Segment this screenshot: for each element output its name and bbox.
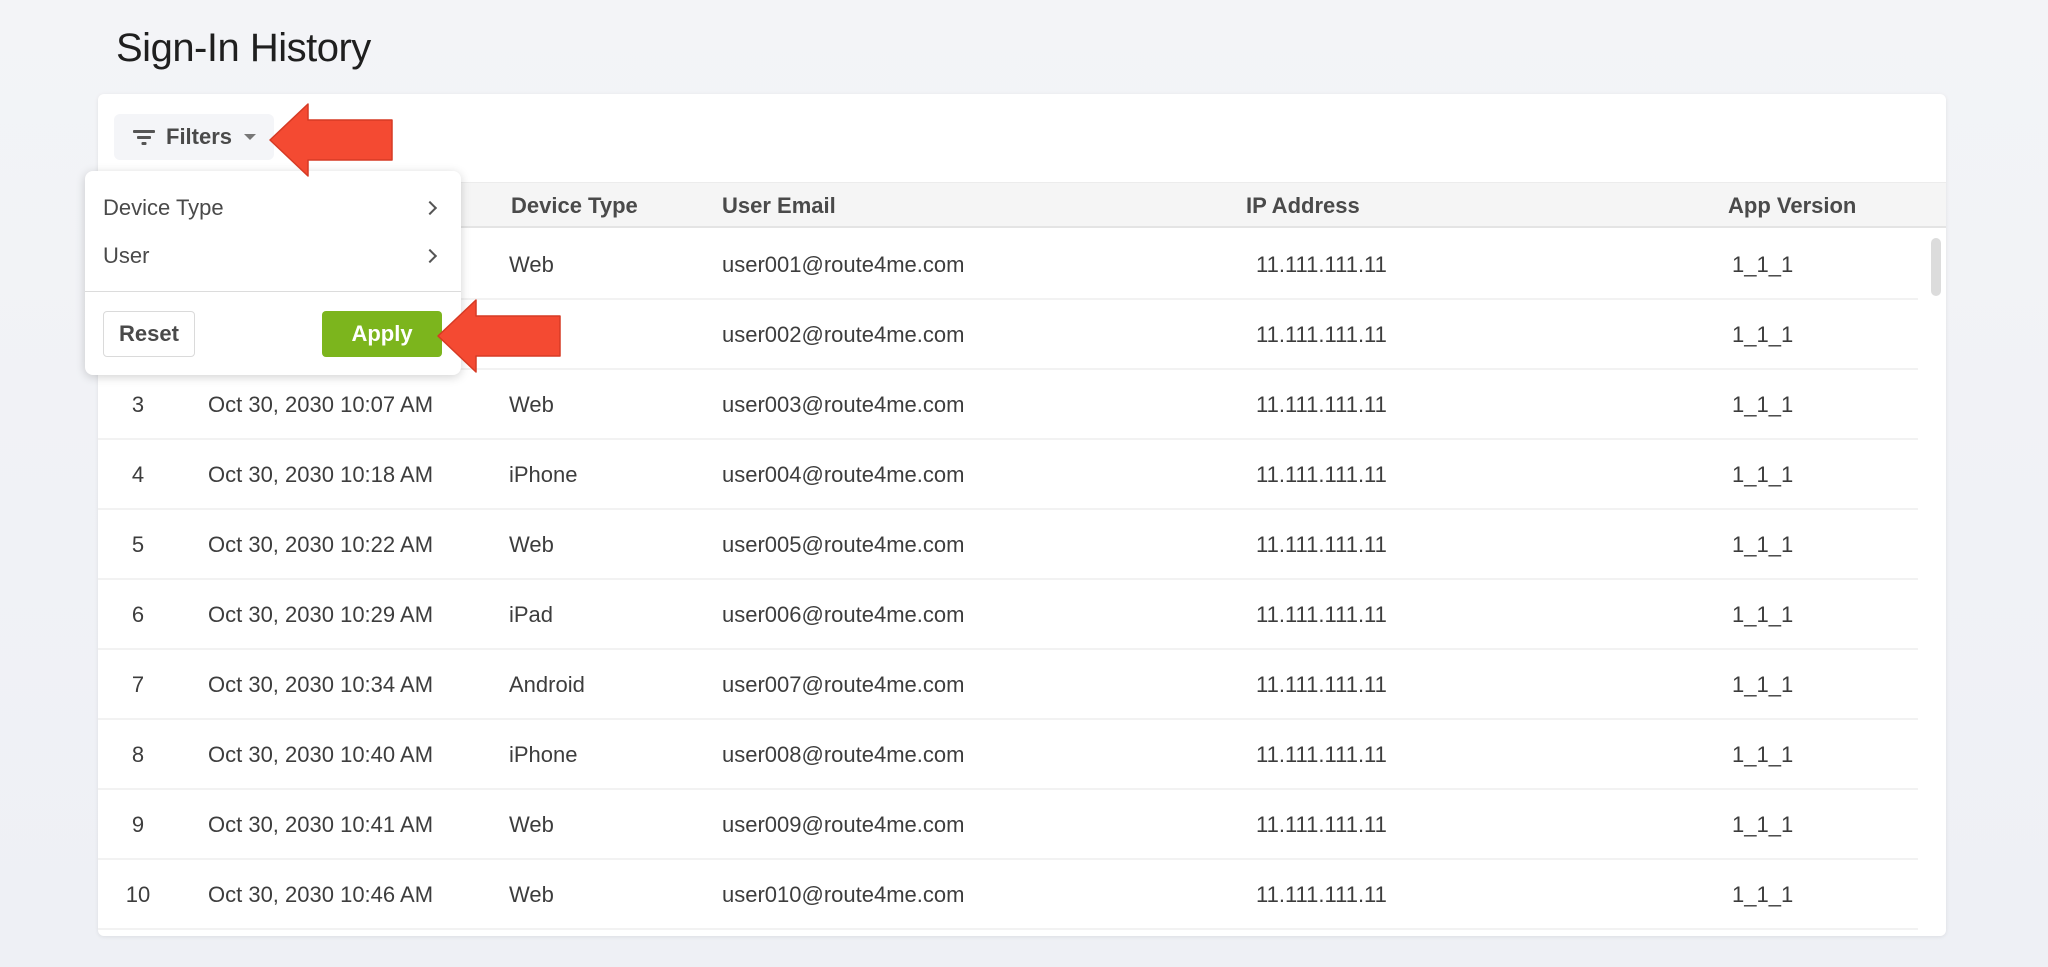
cell-date: Oct 30, 2030 10:46 AM (208, 882, 434, 907)
filter-menu-item-device-type[interactable]: Device Type (85, 185, 461, 231)
cell-device-type: iPad (509, 602, 554, 627)
cell-user-email: user005@route4me.com (722, 532, 965, 557)
cell-ip-address: 11.111.111.11 (1256, 602, 1387, 627)
cell-device-type: Web (509, 812, 554, 837)
cell-ip-address: 11.111.111.11 (1256, 252, 1387, 277)
cell-app-version: 1_1_1 (1732, 392, 1794, 417)
chevron-right-icon (422, 200, 438, 216)
column-header-app-version[interactable]: App Version (1728, 183, 1856, 229)
cell-device-type: Web (509, 252, 554, 277)
cell-date: Oct 30, 2030 10:18 AM (208, 462, 434, 487)
cell-date: Oct 30, 2030 10:41 AM (208, 812, 434, 837)
cell-ip-address: 11.111.111.11 (1256, 882, 1387, 907)
annotation-arrow-apply (437, 299, 561, 373)
cell-device-type: iPhone (509, 462, 578, 487)
cell-ip-address: 11.111.111.11 (1256, 532, 1387, 557)
cell-user-email: user008@route4me.com (722, 742, 965, 767)
row-number: 8 (131, 742, 145, 767)
table-row[interactable]: 7 Oct 30, 2030 10:34 AM Android user007@rou… (98, 650, 1918, 720)
row-number: 4 (131, 462, 145, 487)
cell-device-type: Web (509, 532, 554, 557)
vertical-scrollbar[interactable] (1930, 232, 1942, 932)
row-number: 10 (125, 882, 151, 907)
row-number: 6 (131, 602, 145, 627)
apply-button[interactable]: Apply (322, 311, 442, 357)
filter-menu-item-user[interactable]: User (85, 233, 461, 279)
annotation-arrow-filters (269, 103, 393, 177)
table-row[interactable]: 6 Oct 30, 2030 10:29 AM iPad user006@route4… (98, 580, 1918, 650)
column-header-user-email[interactable]: User Email (722, 183, 836, 229)
cell-app-version: 1_1_1 (1732, 812, 1794, 837)
cell-date: Oct 30, 2030 10:40 AM (208, 742, 434, 767)
cell-ip-address: 11.111.111.11 (1256, 322, 1387, 347)
row-number: 5 (131, 532, 145, 557)
table-row[interactable]: 3 Oct 30, 2030 10:07 AM Web user003@route4m… (98, 370, 1918, 440)
cell-date: Oct 30, 2030 10:34 AM (208, 672, 434, 697)
reset-button[interactable]: Reset (103, 311, 195, 357)
cell-user-email: user009@route4me.com (722, 812, 965, 837)
arrow-left-icon (269, 103, 393, 177)
cell-user-email: user001@route4me.com (722, 252, 965, 277)
table-row[interactable]: 5 Oct 30, 2030 10:22 AM Web user005@route4m… (98, 510, 1918, 580)
caret-down-icon (244, 134, 257, 140)
page-title: Sign-In History (116, 26, 371, 70)
cell-user-email: user003@route4me.com (722, 392, 965, 417)
cell-date: Oct 30, 2030 10:29 AM (208, 602, 434, 627)
cell-date: Oct 30, 2030 10:07 AM (208, 392, 434, 417)
cell-user-email: user010@route4me.com (722, 882, 965, 907)
filters-button[interactable]: Filters (114, 114, 275, 160)
cell-user-email: user006@route4me.com (722, 602, 965, 627)
row-number: 9 (131, 812, 145, 837)
table-row[interactable]: 4 Oct 30, 2030 10:18 AM iPhone user004@rout… (98, 440, 1918, 510)
cell-app-version: 1_1_1 (1732, 532, 1794, 557)
cell-user-email: user004@route4me.com (722, 462, 965, 487)
toolbar: Filters (114, 114, 275, 160)
divider (85, 291, 461, 292)
cell-app-version: 1_1_1 (1732, 882, 1794, 907)
cell-app-version: 1_1_1 (1732, 462, 1794, 487)
cell-user-email: user007@route4me.com (722, 672, 965, 697)
chevron-right-icon (422, 248, 438, 264)
cell-app-version: 1_1_1 (1732, 742, 1794, 767)
cell-user-email: user002@route4me.com (722, 322, 965, 347)
cell-app-version: 1_1_1 (1732, 252, 1794, 277)
table-row[interactable]: 9 Oct 30, 2030 10:41 AM Web user009@route4m… (98, 790, 1918, 860)
arrow-left-icon (437, 299, 561, 373)
filters-label: Filters (166, 124, 233, 149)
table-row[interactable]: 8 Oct 30, 2030 10:40 AM iPhone user008@rout… (98, 720, 1918, 790)
table-row[interactable]: 10 Oct 30, 2030 10:46 AM Web user010@route4… (98, 860, 1918, 930)
menu-item-label: User (103, 243, 150, 268)
cell-ip-address: 11.111.111.11 (1256, 812, 1387, 837)
filter-icon (132, 128, 156, 146)
menu-item-label: Device Type (103, 195, 224, 220)
cell-app-version: 1_1_1 (1732, 672, 1794, 697)
cell-ip-address: 11.111.111.11 (1256, 392, 1387, 417)
column-header-ip-address[interactable]: IP Address (1246, 183, 1360, 229)
cell-ip-address: 11.111.111.11 (1256, 672, 1387, 697)
cell-device-type: Web (509, 882, 554, 907)
cell-device-type: Android (509, 672, 585, 697)
row-number: 7 (131, 672, 145, 697)
cell-app-version: 1_1_1 (1732, 602, 1794, 627)
row-number: 3 (131, 392, 145, 417)
cell-device-type: Web (509, 392, 554, 417)
cell-ip-address: 11.111.111.11 (1256, 742, 1387, 767)
cell-ip-address: 11.111.111.11 (1256, 462, 1387, 487)
scrollbar-thumb[interactable] (1931, 238, 1941, 296)
cell-date: Oct 30, 2030 10:22 AM (208, 532, 434, 557)
column-header-device-type[interactable]: Device Type (511, 183, 638, 229)
cell-app-version: 1_1_1 (1732, 322, 1794, 347)
cell-device-type: iPhone (509, 742, 578, 767)
filters-dropdown: Device Type User Reset Apply (85, 171, 461, 375)
